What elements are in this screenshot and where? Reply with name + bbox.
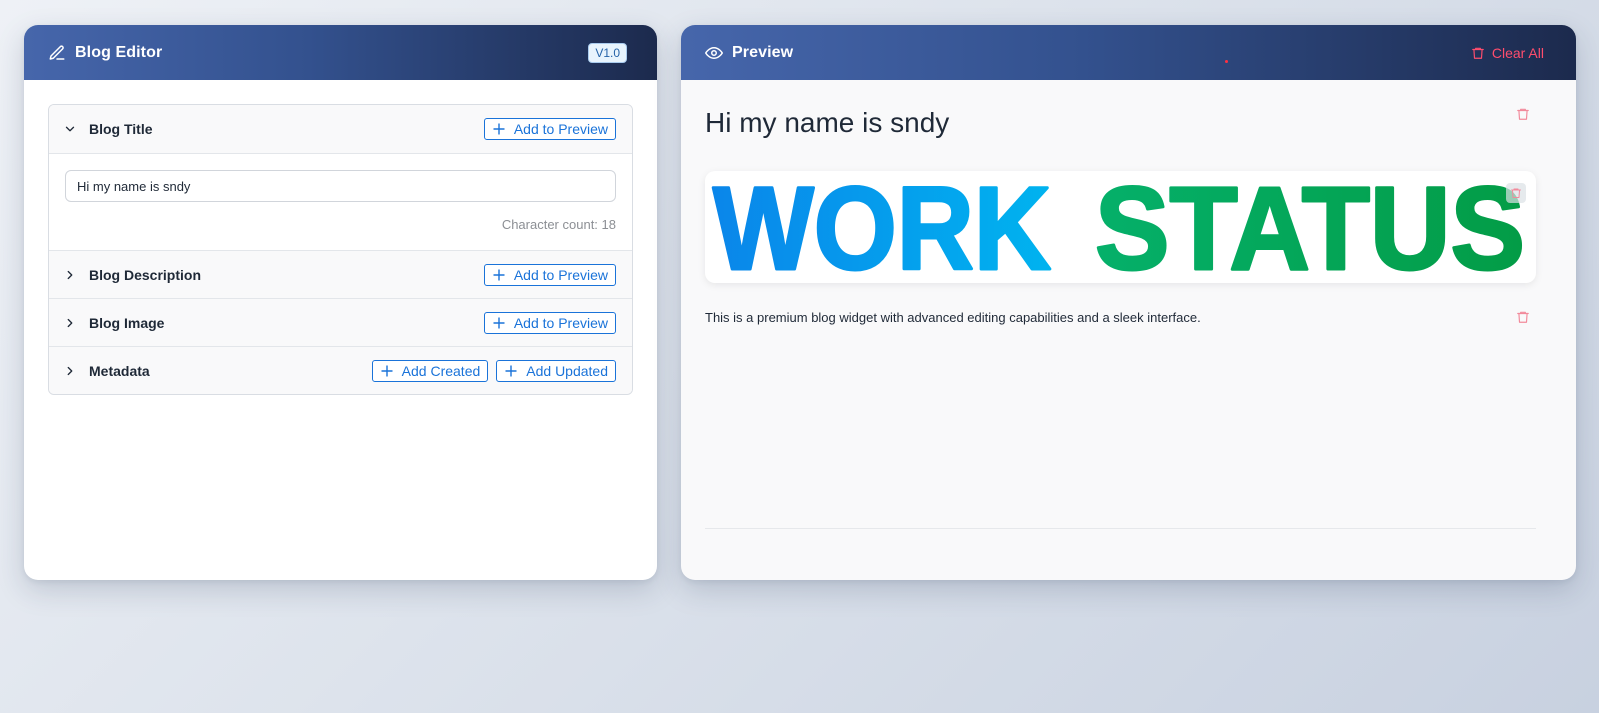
delete-title-icon[interactable] bbox=[1516, 107, 1530, 121]
plus-icon bbox=[493, 123, 505, 135]
plus-icon bbox=[493, 317, 505, 329]
cursor-dot bbox=[1225, 60, 1228, 63]
button-label: Add to Preview bbox=[513, 314, 608, 331]
section-header-blog-title[interactable]: Blog Title Add to Preview bbox=[49, 105, 632, 153]
preview-header: Preview Clear All bbox=[681, 25, 1576, 80]
preview-blog-title: Hi my name is sndy bbox=[705, 107, 950, 138]
blog-editor-panel: Blog Editor V1.0 Blog Title Add to Previ… bbox=[24, 25, 657, 580]
editor-title: Blog Editor bbox=[75, 43, 163, 61]
add-description-to-preview-button[interactable]: Add to Preview bbox=[483, 263, 616, 286]
add-created-button[interactable]: Add Created bbox=[371, 359, 489, 382]
delete-description-icon[interactable] bbox=[1516, 310, 1530, 324]
preview-blog-description: This is a premium blog widget with advan… bbox=[705, 310, 1201, 325]
edit-icon bbox=[48, 44, 66, 62]
section-title: Metadata bbox=[89, 362, 150, 379]
editor-accordion: Blog Title Add to Preview Character coun… bbox=[48, 104, 633, 395]
button-label: Add to Preview bbox=[513, 266, 608, 283]
add-updated-button[interactable]: Add Updated bbox=[496, 359, 616, 382]
section-header-blog-description[interactable]: Blog Description Add to Preview bbox=[49, 250, 632, 298]
chevron-right-icon bbox=[63, 364, 77, 378]
plus-icon bbox=[381, 365, 393, 377]
editor-header: Blog Editor V1.0 bbox=[24, 25, 657, 80]
chevron-down-icon bbox=[63, 122, 77, 136]
section-title: Blog Title bbox=[89, 121, 153, 137]
plus-icon bbox=[493, 269, 505, 281]
chevron-right-icon bbox=[63, 268, 77, 282]
clear-all-label: Clear All bbox=[1491, 44, 1544, 61]
section-body-blog-title: Character count: 18 bbox=[49, 153, 632, 250]
add-title-to-preview-button[interactable]: Add to Preview bbox=[483, 118, 616, 140]
image-text-work: WORK bbox=[713, 171, 1051, 283]
section-header-metadata[interactable]: Metadata Add Created Add Updated bbox=[49, 346, 632, 394]
eye-icon bbox=[705, 44, 723, 62]
image-text-status: STATUS bbox=[1095, 171, 1525, 283]
preview-title: Preview bbox=[732, 43, 794, 61]
blog-title-input[interactable] bbox=[65, 170, 616, 202]
button-label: Add to Preview bbox=[513, 121, 608, 137]
trash-icon bbox=[1510, 187, 1522, 199]
trash-icon bbox=[1471, 46, 1485, 60]
section-header-blog-image[interactable]: Blog Image Add to Preview bbox=[49, 298, 632, 346]
section-title: Blog Image bbox=[89, 314, 165, 331]
delete-image-button[interactable] bbox=[1506, 183, 1526, 203]
preview-panel: Preview Clear All Hi my name is sndy WOR… bbox=[681, 25, 1576, 580]
preview-divider bbox=[705, 528, 1536, 529]
version-badge: V1.0 bbox=[588, 42, 627, 63]
chevron-right-icon bbox=[63, 316, 77, 330]
button-label: Add Created bbox=[401, 362, 481, 379]
clear-all-button[interactable]: Clear All bbox=[1471, 45, 1544, 61]
add-image-to-preview-button[interactable]: Add to Preview bbox=[483, 311, 616, 334]
work-status-image: WORK STATUS bbox=[712, 171, 1527, 283]
plus-icon bbox=[505, 365, 517, 377]
section-title: Blog Description bbox=[89, 266, 202, 283]
character-count: Character count: 18 bbox=[501, 217, 616, 232]
preview-blog-image: WORK STATUS bbox=[705, 171, 1536, 283]
button-label: Add Updated bbox=[526, 362, 608, 379]
